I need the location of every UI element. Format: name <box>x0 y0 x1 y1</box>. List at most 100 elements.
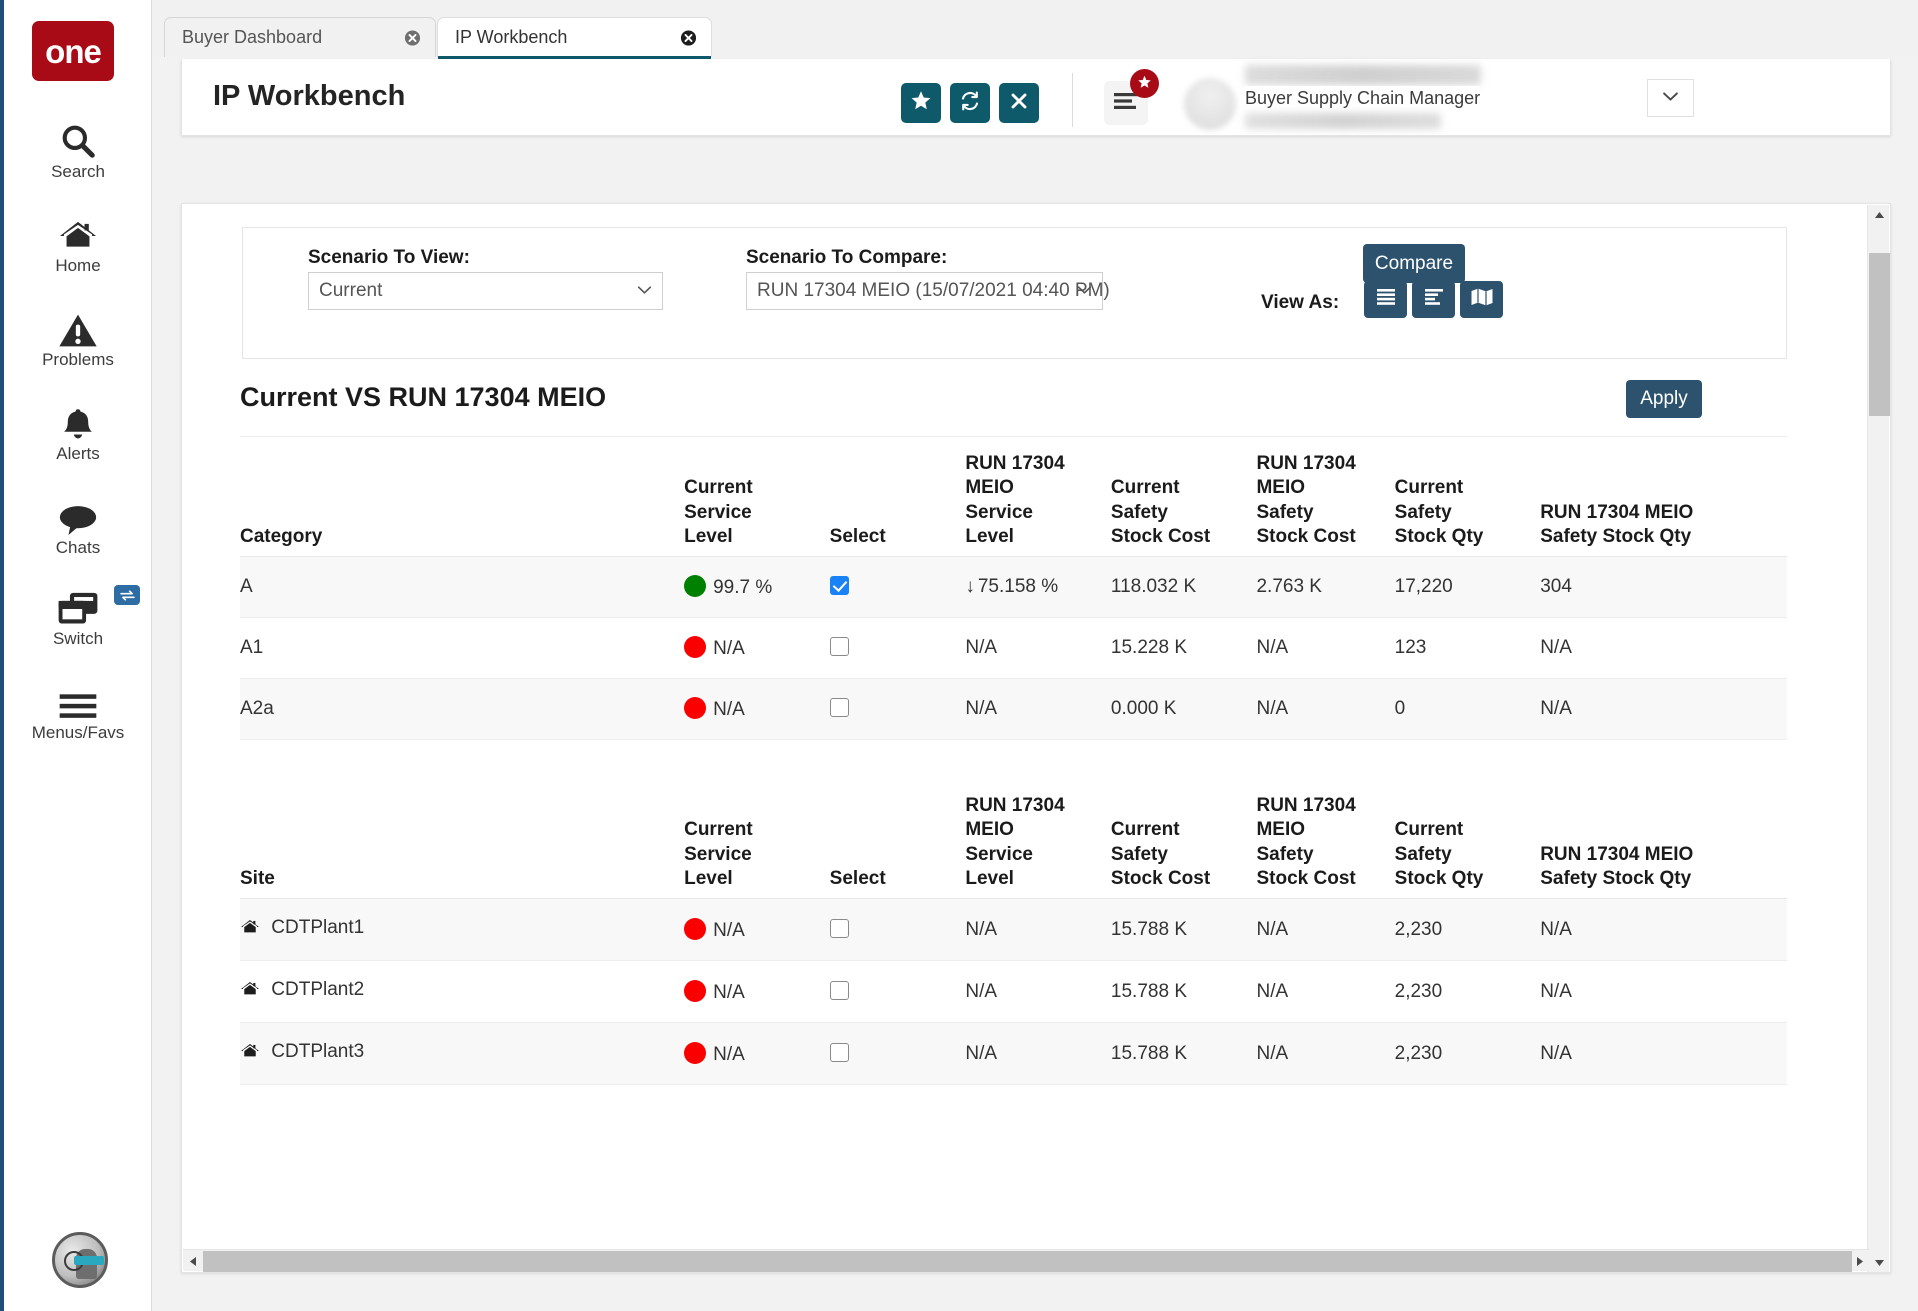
column-header-meio-safety-stock-qty[interactable]: RUN 17304 MEIO Safety Stock Qty <box>1540 794 1787 899</box>
cell-current-service-level: N/A <box>684 899 830 961</box>
service-level-value: N/A <box>713 1044 745 1065</box>
cell-category: A1 <box>240 618 684 679</box>
browser-tab-strip: Buyer Dashboard IP Workbench <box>152 0 1918 57</box>
workbench-scroll-region: Scenario To View: Current Scenario To Co… <box>182 204 1847 1242</box>
category-comparison-table: Category Current Service Level Select RU… <box>240 452 1787 740</box>
column-header-current-safety-stock-cost[interactable]: Current Safety Stock Cost <box>1111 452 1257 557</box>
table-row[interactable]: CDTPlant1 N/A N/A 15.788 K N/A 2,230 N/A <box>240 899 1787 961</box>
row-select-checkbox[interactable] <box>830 698 849 717</box>
sidebar-item-label: Chats <box>56 539 100 558</box>
close-circle-icon[interactable] <box>404 29 421 46</box>
cell-site: CDTPlant2 <box>240 961 684 1023</box>
sidebar-item-problems[interactable]: Problems <box>4 306 152 370</box>
column-header-meio-service-level[interactable]: RUN 17304 MEIO Service Level <box>965 452 1111 557</box>
status-dot-red <box>684 980 706 1002</box>
avatar[interactable] <box>1184 78 1236 130</box>
vertical-scrollbar[interactable] <box>1867 205 1889 1273</box>
cell-meio-safety-stock-cost: 2.763 K <box>1256 557 1394 618</box>
scenario-to-view-select[interactable]: Current <box>308 272 663 310</box>
sidebar-item-switch[interactable]: Switch <box>4 585 152 649</box>
home-icon <box>240 1044 265 1065</box>
chevron-down-icon <box>1077 282 1092 300</box>
cell-meio-safety-stock-cost: N/A <box>1256 1023 1394 1085</box>
cell-site: CDTPlant3 <box>240 1023 684 1085</box>
row-select-checkbox[interactable] <box>830 981 849 1000</box>
favorite-button[interactable] <box>901 83 941 123</box>
site-comparison-table: Site Current Service Level Select RUN 17… <box>240 794 1787 1085</box>
scenario-selection-panel: Scenario To View: Current Scenario To Co… <box>242 227 1787 359</box>
sidebar-item-chats[interactable]: Chats <box>4 494 152 558</box>
tab-buyer-dashboard[interactable]: Buyer Dashboard <box>164 17 436 57</box>
sidebar-item-label: Problems <box>42 351 114 370</box>
compare-button[interactable]: Compare <box>1363 244 1465 283</box>
apply-button[interactable]: Apply <box>1626 380 1702 418</box>
row-select-checkbox[interactable] <box>830 1043 849 1062</box>
hamburger-icon <box>58 679 98 721</box>
scroll-left-arrow-icon[interactable] <box>183 1250 203 1272</box>
logo-text: one <box>45 35 101 68</box>
scenario-to-view-value: Current <box>319 280 382 302</box>
map-icon <box>1470 287 1494 312</box>
view-as-detail-button[interactable] <box>1412 281 1455 318</box>
column-header-current-safety-stock-qty[interactable]: Current Safety Stock Qty <box>1395 794 1541 899</box>
windows-stack-icon <box>4 585 152 627</box>
column-header-site[interactable]: Site <box>240 794 684 899</box>
table-row[interactable]: CDTPlant3 N/A N/A 15.788 K N/A 2,230 N/A <box>240 1023 1787 1085</box>
x-icon <box>1009 91 1029 116</box>
column-header-select[interactable]: Select <box>830 452 966 557</box>
user-name-redacted <box>1245 65 1481 85</box>
column-header-select[interactable]: Select <box>830 794 966 899</box>
cell-category: A <box>240 557 684 618</box>
chevron-down-icon <box>1662 89 1679 107</box>
column-header-meio-safety-stock-cost[interactable]: RUN 17304 MEIO Safety Stock Cost <box>1256 794 1394 899</box>
scenario-to-compare-select[interactable]: RUN 17304 MEIO (15/07/2021 04:40 PM) <box>746 272 1103 310</box>
row-select-checkbox[interactable] <box>830 576 849 595</box>
column-header-current-safety-stock-cost[interactable]: Current Safety Stock Cost <box>1111 794 1257 899</box>
close-button[interactable] <box>999 83 1039 123</box>
list-lines-icon <box>1375 287 1397 312</box>
close-circle-icon[interactable] <box>680 29 697 46</box>
column-header-current-safety-stock-qty[interactable]: Current Safety Stock Qty <box>1395 452 1541 557</box>
column-header-meio-safety-stock-cost[interactable]: RUN 17304 MEIO Safety Stock Cost <box>1256 452 1394 557</box>
service-level-value: N/A <box>713 982 745 1003</box>
cell-current-safety-stock-cost: 15.788 K <box>1111 899 1257 961</box>
one-network-logo[interactable]: one <box>32 21 114 81</box>
table-row[interactable]: A1 N/A N/A 15.228 K N/A 123 N/A <box>240 618 1787 679</box>
menu-favorite-badge[interactable] <box>1130 69 1159 98</box>
tab-ip-workbench[interactable]: IP Workbench <box>437 17 712 57</box>
column-header-current-service-level[interactable]: Current Service Level <box>684 794 830 899</box>
warning-triangle-icon <box>58 306 98 348</box>
column-header-meio-service-level[interactable]: RUN 17304 MEIO Service Level <box>965 794 1111 899</box>
swap-arrows-icon[interactable] <box>114 585 140 605</box>
sidebar-item-menus-favs[interactable]: Menus/Favs <box>4 679 152 743</box>
view-as-map-button[interactable] <box>1460 281 1503 318</box>
scroll-up-arrow-icon[interactable] <box>1868 205 1890 225</box>
view-as-label: View As: <box>1261 292 1339 314</box>
row-select-checkbox[interactable] <box>830 637 849 656</box>
sidebar-item-label: Search <box>51 163 105 182</box>
sidebar-item-search[interactable]: Search <box>4 118 152 182</box>
vertical-scrollbar-thumb[interactable] <box>1869 253 1890 416</box>
scroll-down-arrow-icon[interactable] <box>1868 1253 1890 1273</box>
scroll-right-arrow-icon[interactable] <box>1850 1250 1870 1272</box>
site-name: CDTPlant3 <box>271 1041 364 1062</box>
table-row[interactable]: A 99.7 % ↓75.158 % 118.032 K 2.763 K 17,… <box>240 557 1787 618</box>
cell-meio-safety-stock-qty: 304 <box>1540 557 1787 618</box>
sidebar-item-alerts[interactable]: Alerts <box>4 400 152 464</box>
view-as-list-button[interactable] <box>1364 281 1407 318</box>
column-header-category[interactable]: Category <box>240 452 684 557</box>
horizontal-scrollbar[interactable] <box>183 1249 1870 1271</box>
column-header-current-service-level[interactable]: Current Service Level <box>684 452 830 557</box>
cell-select <box>830 961 966 1023</box>
row-select-checkbox[interactable] <box>830 919 849 938</box>
cell-meio-service-level: ↓75.158 % <box>965 557 1111 618</box>
sidebar-item-label: Home <box>55 257 100 276</box>
refresh-button[interactable] <box>950 83 990 123</box>
column-header-meio-safety-stock-qty[interactable]: RUN 17304 MEIO Safety Stock Qty <box>1540 452 1787 557</box>
ai-robot-avatar-icon[interactable] <box>52 1232 108 1288</box>
table-row[interactable]: A2a N/A N/A 0.000 K N/A 0 N/A <box>240 679 1787 740</box>
table-row[interactable]: CDTPlant2 N/A N/A 15.788 K N/A 2,230 N/A <box>240 961 1787 1023</box>
horizontal-scrollbar-thumb[interactable] <box>203 1251 1852 1272</box>
sidebar-item-home[interactable]: Home <box>4 212 152 276</box>
user-menu-button[interactable] <box>1647 79 1694 117</box>
